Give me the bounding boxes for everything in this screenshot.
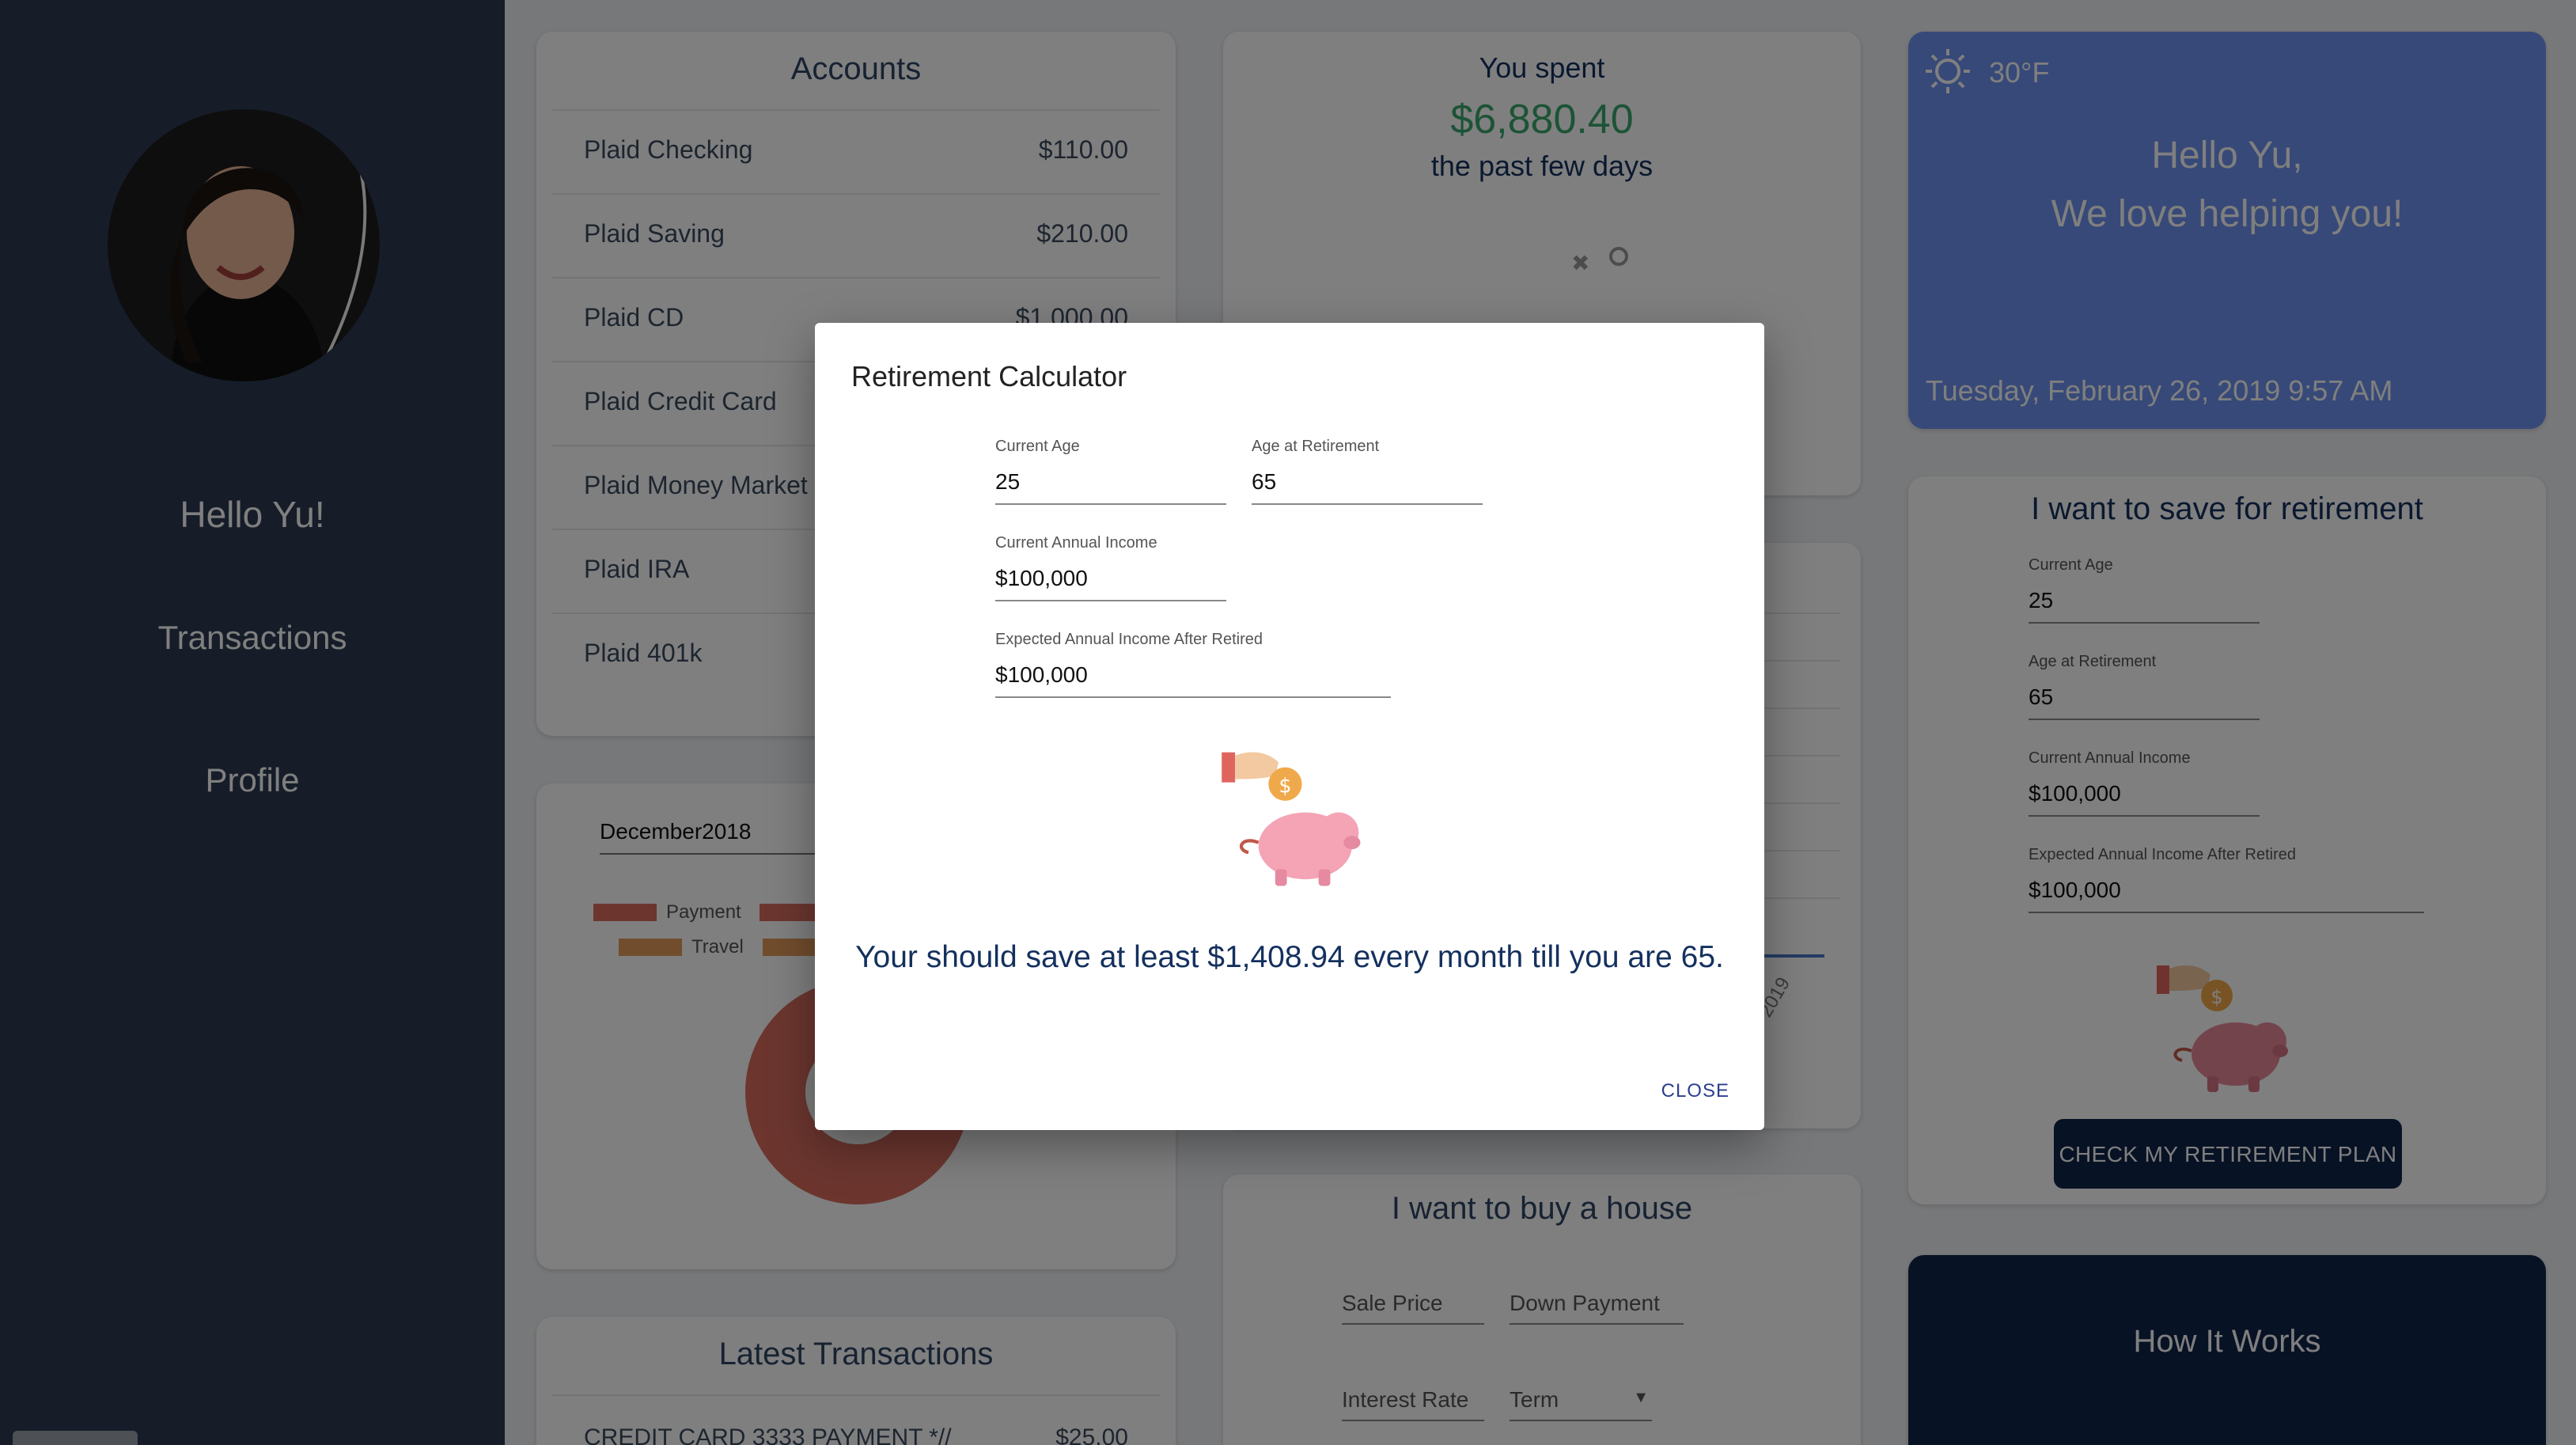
field-label: Current Age [995,438,1080,456]
piggy-bank-icon: $ [1222,752,1361,886]
current-age-field[interactable]: Current Age 25 [995,438,1226,505]
retire-age-field[interactable]: Age at Retirement 65 [1252,438,1483,505]
savings-result: Your should save at least $1,408.94 ever… [855,940,1724,975]
field-label: Age at Retirement [1252,438,1380,456]
retirement-calculator-dialog: Retirement Calculator Current Age 25 Age… [815,323,1764,1130]
field-label: Expected Annual Income After Retired [995,631,1263,649]
current-income-field[interactable]: Current Annual Income $100,000 [995,535,1226,601]
expected-income-input[interactable]: $100,000 [995,662,1391,698]
current-income-input[interactable]: $100,000 [995,565,1226,601]
close-button[interactable]: CLOSE [1661,1079,1729,1102]
page: Hello Yu! Transactions Profile Accounts … [0,0,2576,1445]
retire-age-input[interactable]: 65 [1252,468,1483,505]
dialog-title: Retirement Calculator [851,361,1127,393]
expected-income-field[interactable]: Expected Annual Income After Retired $10… [995,631,1391,698]
svg-text:$: $ [1279,773,1291,797]
field-label: Current Annual Income [995,535,1157,552]
current-age-input[interactable]: 25 [995,468,1226,505]
